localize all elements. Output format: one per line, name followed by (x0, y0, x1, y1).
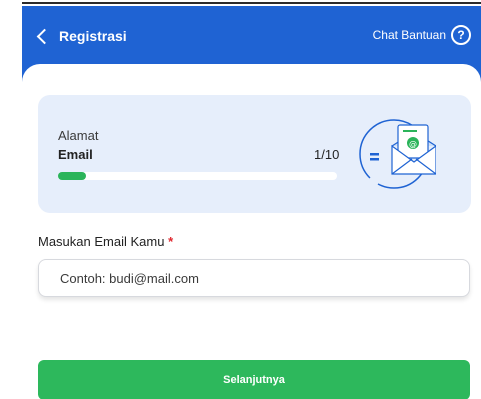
email-label-text: Masukan Email Kamu (38, 234, 165, 249)
progress-bar (58, 172, 337, 180)
progress-card: Alamat Email 1/10 @ (38, 95, 471, 213)
email-field-label: Masukan Email Kamu * (38, 234, 173, 249)
progress-step-name: Email (58, 147, 93, 162)
chevron-left-icon (36, 28, 53, 44)
progress-step-counter: 1/10 (314, 147, 340, 162)
next-button[interactable]: Selanjutnya (38, 360, 470, 399)
question-circle-icon: ? (451, 25, 471, 45)
required-asterisk: * (168, 234, 174, 249)
back-button[interactable]: Registrasi (36, 28, 127, 44)
page-title: Registrasi (59, 28, 127, 44)
email-input[interactable] (39, 260, 469, 296)
svg-text:@: @ (409, 140, 417, 149)
email-envelope-icon: @ (359, 119, 436, 189)
progress-section-label: Alamat (58, 128, 99, 143)
email-field-container (38, 259, 470, 297)
help-chat-label: Chat Bantuan (372, 28, 446, 42)
help-chat-button[interactable]: Chat Bantuan ? (373, 25, 471, 45)
progress-bar-fill (58, 172, 86, 180)
